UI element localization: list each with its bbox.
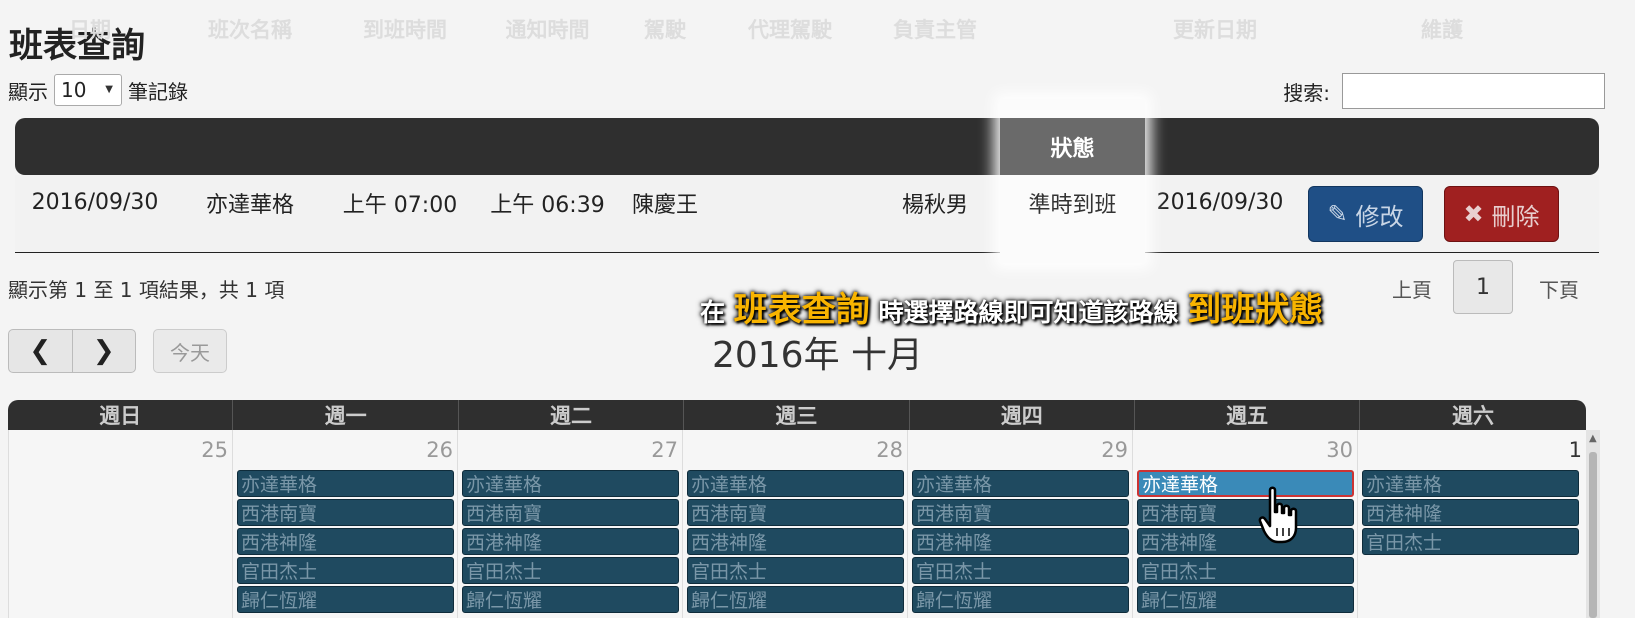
calendar-day[interactable]: 1 亦達華格 西港神隆 官田杰士	[1358, 430, 1586, 618]
delete-button[interactable]: ✖ 刪除	[1444, 186, 1559, 242]
pencil-icon: ✎	[1327, 200, 1348, 228]
cell-driver: 陳慶王	[631, 192, 698, 218]
calendar-event[interactable]: 歸仁恆耀	[1137, 586, 1354, 613]
calendar-event[interactable]: 歸仁恆耀	[462, 586, 679, 613]
banner-highlight-1: 班表查詢	[733, 290, 870, 330]
col-maintain: 維護	[1421, 17, 1463, 42]
col-notify[interactable]: 通知時間	[475, 0, 620, 57]
calendar-event[interactable]: 歸仁恆耀	[237, 586, 454, 613]
day-number: 29	[1101, 438, 1128, 462]
calendar-event[interactable]: 西港南寶	[462, 499, 679, 526]
cell-manager: 楊秋男	[901, 192, 968, 218]
table-divider	[15, 252, 1599, 253]
weekday-sun: 週日	[8, 400, 234, 430]
calendar-event[interactable]: 歸仁恆耀	[912, 586, 1129, 613]
day-number: 26	[426, 438, 453, 462]
col-status[interactable]: 狀態	[1000, 118, 1145, 175]
calendar-day[interactable]: 30 亦達華格 西港南寶 西港神隆 官田杰士 歸仁恆耀	[1133, 430, 1358, 618]
calendar-weekday-header: 週日 週一 週二 週三 週四 週五 週六	[8, 400, 1586, 430]
caret-down-icon: ▼	[105, 84, 113, 95]
calendar-day[interactable]: 25	[8, 430, 233, 618]
calendar-event[interactable]: 西港神隆	[1362, 499, 1579, 526]
search-input[interactable]	[1342, 73, 1605, 109]
scroll-up-icon[interactable]: ▲	[1589, 433, 1597, 444]
calendar-event[interactable]: 亦達華格	[687, 470, 904, 497]
day-number: 25	[201, 438, 228, 462]
calendar-event[interactable]: 亦達華格	[1362, 470, 1579, 497]
col-arrive[interactable]: 到班時間	[335, 0, 475, 57]
weekday-tue: 週二	[459, 400, 685, 430]
hand-cursor-icon	[1258, 486, 1298, 544]
calendar-day[interactable]: 28 亦達華格 西港南寶 西港神隆 官田杰士 歸仁恆耀	[683, 430, 908, 618]
calendar-event[interactable]: 亦達華格	[462, 470, 679, 497]
calendar-event-selected[interactable]: 亦達華格	[1137, 470, 1354, 497]
weekday-thu: 週四	[910, 400, 1135, 430]
cell-date: 2016/09/30	[31, 190, 159, 215]
col-proxy[interactable]: 代理駕駛	[710, 0, 870, 57]
length-menu: 顯示 10 ▼ 筆記錄	[8, 74, 188, 106]
page-1-button[interactable]: 1	[1453, 260, 1513, 314]
weekday-sat: 週六	[1452, 404, 1495, 428]
next-page-link[interactable]: 下頁	[1539, 274, 1579, 303]
cell-arrive: 上午 07:00	[342, 192, 458, 218]
length-select[interactable]: 10 ▼	[54, 74, 122, 106]
calendar-day[interactable]: 26 亦達華格 西港南寶 西港神隆 官田杰士 歸仁恆耀	[233, 430, 458, 618]
cell-notify: 上午 06:39	[490, 192, 605, 218]
calendar-event[interactable]: 西港神隆	[687, 528, 904, 555]
length-suffix: 筆記錄	[128, 79, 188, 104]
calendar-day[interactable]: 27 亦達華格 西港南寶 西港神隆 官田杰士 歸仁恆耀	[458, 430, 683, 618]
table-info: 顯示第 1 至 1 項結果，共 1 項	[8, 278, 285, 302]
length-value: 10	[61, 78, 87, 102]
weekday-wed: 週三	[684, 400, 910, 430]
col-shift[interactable]: 班次名稱	[165, 0, 335, 57]
calendar-event[interactable]: 亦達華格	[912, 470, 1129, 497]
col-updated[interactable]: 更新日期	[1145, 0, 1285, 57]
weekday-mon: 週一	[233, 400, 459, 430]
calendar-event[interactable]: 歸仁恆耀	[687, 586, 904, 613]
calendar-event[interactable]: 西港南寶	[1137, 499, 1354, 526]
calendar-event[interactable]: 西港南寶	[912, 499, 1129, 526]
calendar-event[interactable]: 西港神隆	[462, 528, 679, 555]
day-number: 28	[876, 438, 903, 462]
calendar-event[interactable]: 西港神隆	[912, 528, 1129, 555]
calendar-event[interactable]: 西港南寶	[237, 499, 454, 526]
calendar-event[interactable]: 官田杰士	[237, 557, 454, 584]
calendar-title: 2016年 十月	[711, 335, 924, 376]
search-label: 搜索:	[1283, 80, 1330, 105]
length-prefix: 顯示	[8, 79, 48, 104]
calendar-event[interactable]: 西港南寶	[687, 499, 904, 526]
weekday-fri: 週五	[1135, 400, 1361, 430]
day-number: 30	[1326, 438, 1353, 462]
banner-highlight-2: 到班狀態	[1187, 290, 1324, 330]
col-driver[interactable]: 駕駛	[620, 0, 710, 57]
annotation-banner: 在 班表查詢 時選擇路線即可知道該路線 到班狀態	[700, 282, 1323, 331]
calendar-event[interactable]: 亦達華格	[237, 470, 454, 497]
banner-pre: 在	[700, 298, 726, 327]
calendar-event[interactable]: 官田杰士	[1362, 528, 1579, 555]
scrollbar-thumb[interactable]	[1589, 452, 1597, 618]
cell-proxy	[710, 175, 870, 230]
table-header	[15, 118, 1599, 175]
calendar-event[interactable]: 西港神隆	[237, 528, 454, 555]
prev-page-link[interactable]: 上頁	[1392, 274, 1432, 303]
edit-label: 修改	[1355, 202, 1404, 231]
calendar-event[interactable]: 官田杰士	[912, 557, 1129, 584]
calendar-event[interactable]: 官田杰士	[462, 557, 679, 584]
close-icon: ✖	[1463, 200, 1484, 228]
calendar-event[interactable]: 官田杰士	[687, 557, 904, 584]
delete-label: 刪除	[1491, 202, 1540, 231]
cell-status: 準時到班	[1028, 192, 1117, 218]
cell-shift: 亦達華格	[205, 192, 294, 218]
edit-button[interactable]: ✎ 修改	[1308, 186, 1423, 242]
banner-mid: 時選擇路線即可知道該路線	[878, 298, 1179, 327]
calendar-event[interactable]: 官田杰士	[1137, 557, 1354, 584]
calendar-event[interactable]: 西港神隆	[1137, 528, 1354, 555]
col-manager[interactable]: 負責主管	[870, 0, 1000, 57]
cell-updated: 2016/09/30	[1156, 190, 1284, 215]
day-number: 1	[1568, 438, 1582, 462]
calendar-day[interactable]: 29 亦達華格 西港南寶 西港神隆 官田杰士 歸仁恆耀	[908, 430, 1133, 618]
search-box: 搜索:	[1283, 73, 1605, 109]
col-date[interactable]: 日期	[15, 0, 165, 57]
day-number: 27	[651, 438, 678, 462]
